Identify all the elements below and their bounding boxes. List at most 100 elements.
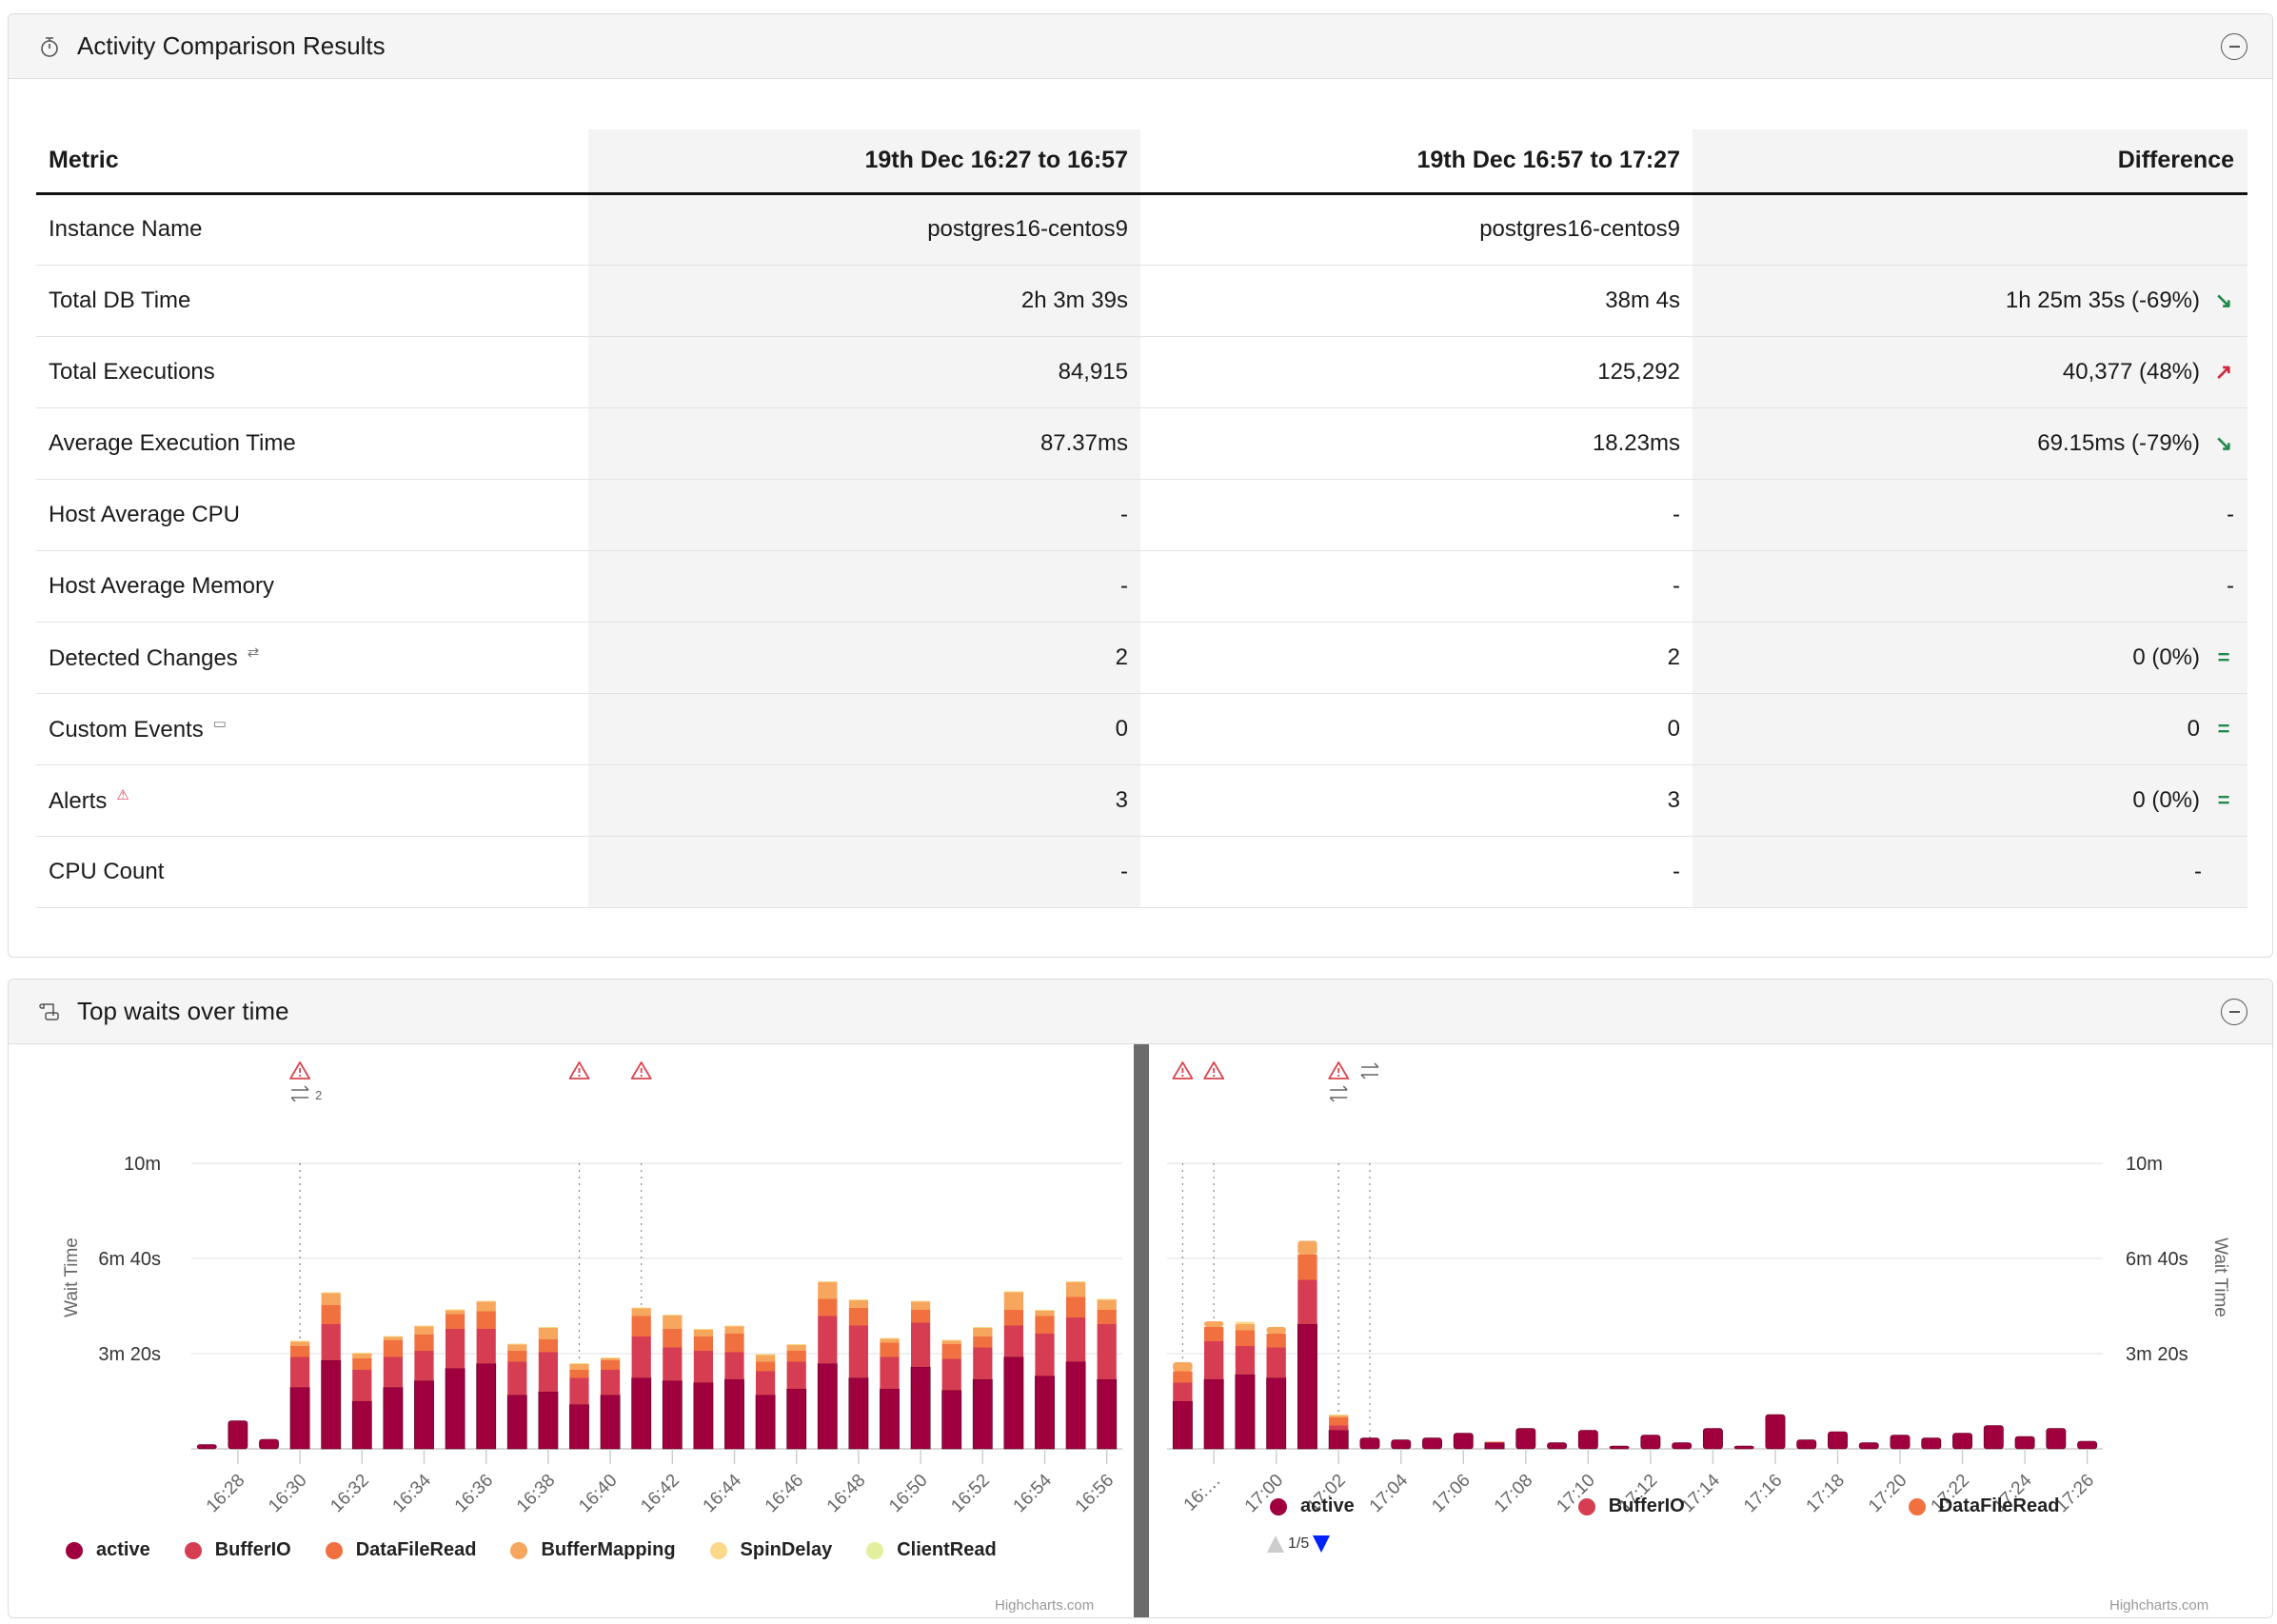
bar-segment-buffermapping[interactable] (786, 1344, 806, 1352)
bar-segment-buffermapping[interactable] (631, 1308, 651, 1317)
bar-segment-active[interactable] (445, 1368, 465, 1450)
bar-segment-spindelay[interactable] (848, 1299, 869, 1300)
bar-segment-active[interactable] (786, 1388, 807, 1450)
bar-segment-spindelay[interactable] (941, 1339, 961, 1341)
bar-segment-datafileread[interactable] (1065, 1297, 1086, 1318)
bar-segment-bufferio[interactable] (848, 1325, 869, 1378)
bar-segment-active[interactable] (476, 1363, 497, 1450)
bar-segment-spindelay[interactable] (289, 1340, 310, 1342)
legend-prev-page-icon[interactable] (1267, 1535, 1284, 1553)
bar-segment-bufferio[interactable] (538, 1352, 559, 1393)
bar-segment-active[interactable] (1422, 1437, 1442, 1450)
bar-segment-active[interactable] (2077, 1440, 2098, 1450)
bar-segment-bufferio[interactable] (1329, 1425, 1349, 1431)
bar-segment-active[interactable] (321, 1359, 342, 1450)
bar-segment-datafileread[interactable] (600, 1360, 621, 1370)
bar-segment-active[interactable] (880, 1388, 900, 1450)
bar-segment-active[interactable] (1702, 1428, 1723, 1450)
bar-segment-active[interactable] (1577, 1430, 1598, 1450)
bar-segment-active[interactable] (817, 1363, 838, 1450)
bar-segment-active[interactable] (228, 1420, 248, 1450)
bar-segment-active[interactable] (662, 1380, 683, 1450)
credits-link[interactable]: Highcharts.com (2109, 1597, 2208, 1614)
bar-segment-buffermapping[interactable] (1173, 1362, 1193, 1372)
bar-segment-bufferio[interactable] (724, 1352, 744, 1380)
bar-segment-active[interactable] (1391, 1439, 1412, 1450)
alert-marker-warning-icon[interactable] (630, 1061, 652, 1079)
bar-segment-buffermapping[interactable] (973, 1327, 993, 1337)
bar-segment-active[interactable] (631, 1377, 652, 1450)
legend-item-bufferio[interactable]: BufferIO (1577, 1495, 1685, 1517)
bar-segment-bufferio[interactable] (663, 1347, 683, 1381)
bar-segment-datafileread[interactable] (352, 1358, 372, 1370)
bar-segment-spindelay[interactable] (786, 1344, 806, 1345)
bar-segment-buffermapping[interactable] (383, 1337, 404, 1340)
legend-item-datafileread[interactable]: DataFileRead (1908, 1495, 2059, 1517)
period-divider-handle[interactable] (1134, 1044, 1149, 1617)
bar-segment-datafileread[interactable] (1484, 1441, 1505, 1443)
bar-segment-active[interactable] (1890, 1435, 1911, 1450)
bar-segment-spindelay[interactable] (1097, 1298, 1117, 1300)
legend-item-buffermapping[interactable]: BufferMapping (510, 1539, 676, 1561)
bar-segment-buffermapping[interactable] (1297, 1240, 1317, 1256)
bar-segment-spindelay[interactable] (1235, 1321, 1256, 1325)
bar-segment-datafileread[interactable] (631, 1316, 651, 1337)
bar-segment-buffermapping[interactable] (755, 1355, 776, 1362)
bar-segment-bufferio[interactable] (383, 1357, 404, 1388)
bar-segment-spindelay[interactable] (663, 1315, 683, 1316)
bar-segment-active[interactable] (506, 1395, 527, 1450)
bar-segment-active[interactable] (2046, 1428, 2067, 1450)
bar-segment-bufferio[interactable] (755, 1371, 776, 1396)
bar-segment-active[interactable] (910, 1366, 931, 1450)
bar-segment-active[interactable] (1547, 1442, 1568, 1450)
legend-next-page-icon[interactable] (1313, 1535, 1331, 1553)
bar-segment-spindelay[interactable] (1003, 1291, 1024, 1293)
bar-segment-bufferio[interactable] (289, 1357, 310, 1388)
column-header-difference[interactable]: Difference (1693, 129, 2247, 195)
bar-segment-spindelay[interactable] (600, 1357, 621, 1358)
legend-item-clientread[interactable]: ClientRead (866, 1539, 997, 1561)
bar-segment-active[interactable] (1203, 1378, 1224, 1450)
bar-segment-bufferio[interactable] (631, 1337, 651, 1378)
bar-segment-buffermapping[interactable] (1203, 1321, 1224, 1327)
bar-segment-datafileread[interactable] (755, 1361, 776, 1372)
change-marker-swap-arrows-icon[interactable] (290, 1085, 309, 1102)
legend-item-spindelay[interactable]: SpinDelay (709, 1539, 832, 1561)
bar-segment-active[interactable] (1035, 1376, 1055, 1450)
bar-segment-active[interactable] (1796, 1439, 1817, 1450)
bar-segment-spindelay[interactable] (1329, 1415, 1349, 1416)
bar-segment-datafileread[interactable] (414, 1335, 434, 1351)
bar-segment-active[interactable] (1609, 1445, 1630, 1450)
bar-segment-bufferio[interactable] (476, 1329, 496, 1364)
bar-segment-spindelay[interactable] (445, 1309, 465, 1311)
bar-segment-bufferio[interactable] (1173, 1382, 1193, 1402)
bar-segment-bufferio[interactable] (973, 1347, 993, 1380)
bar-segment-bufferio[interactable] (693, 1351, 714, 1383)
alert-marker-warning-icon[interactable] (1203, 1061, 1225, 1079)
bar-segment-datafileread[interactable] (848, 1308, 869, 1326)
bar-segment-bufferio[interactable] (321, 1324, 341, 1360)
column-header-period2[interactable]: 19th Dec 16:57 to 17:27 (1140, 129, 1693, 195)
bar-segment-bufferio[interactable] (1035, 1334, 1055, 1376)
bar-segment-buffermapping[interactable] (880, 1338, 900, 1343)
bar-segment-spindelay[interactable] (631, 1307, 651, 1309)
bar-segment-buffermapping[interactable] (1035, 1310, 1055, 1317)
bar-segment-datafileread[interactable] (1203, 1327, 1224, 1341)
bar-segment-datafileread[interactable] (1035, 1316, 1055, 1335)
bar-segment-datafileread[interactable] (507, 1351, 527, 1362)
bar-segment-active[interactable] (1328, 1430, 1349, 1450)
bar-segment-bufferio[interactable] (818, 1316, 838, 1364)
bar-segment-spindelay[interactable] (818, 1281, 838, 1282)
bar-segment-spindelay[interactable] (973, 1327, 993, 1328)
bar-segment-datafileread[interactable] (1173, 1371, 1193, 1383)
bar-segment-spindelay[interactable] (321, 1292, 341, 1294)
bar-segment-active[interactable] (1921, 1437, 1942, 1450)
bar-segment-bufferio[interactable] (1097, 1324, 1117, 1379)
bar-segment-bufferio[interactable] (880, 1357, 900, 1390)
bar-segment-active[interactable] (383, 1387, 404, 1450)
bar-segment-spindelay[interactable] (724, 1325, 744, 1327)
alert-marker-warning-icon[interactable] (1328, 1061, 1350, 1079)
bar-segment-buffermapping[interactable] (1235, 1324, 1256, 1331)
bar-segment-buffermapping[interactable] (848, 1299, 869, 1309)
bar-segment-buffermapping[interactable] (538, 1327, 559, 1340)
